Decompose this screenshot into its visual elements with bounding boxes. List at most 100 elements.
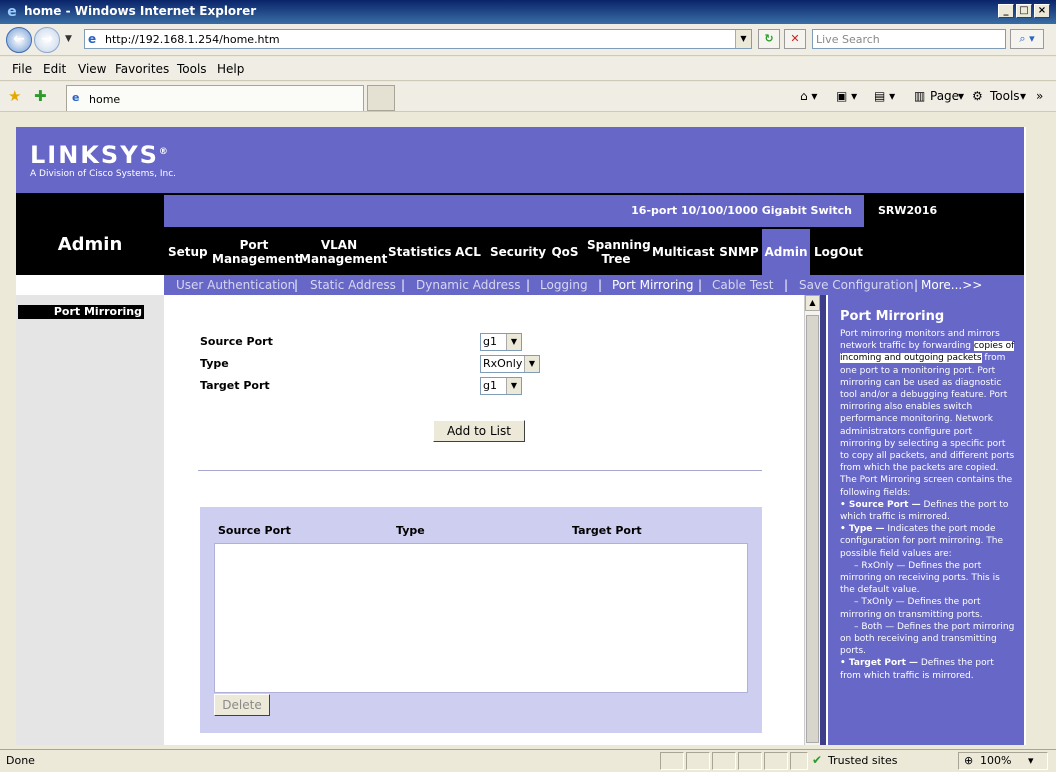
nav-header: Admin 16-port 10/100/1000 Gigabit Switch… — [16, 193, 1024, 275]
section-title: Admin — [57, 234, 123, 255]
help-opt-both: – Both — Defines the port mirroring on b… — [840, 621, 1015, 657]
tab-label: home — [89, 93, 121, 106]
nav-statistics[interactable]: Statistics — [388, 245, 452, 259]
source-port-label: Source Port — [200, 335, 273, 348]
tools-menu-chevron-icon[interactable]: ▾ — [1020, 89, 1026, 103]
ie-icon: e — [7, 4, 17, 20]
delete-button[interactable]: Delete — [214, 694, 270, 716]
trusted-check-icon: ✔ — [812, 753, 823, 767]
new-tab-button[interactable] — [367, 85, 395, 111]
chevron-right-icon[interactable]: » — [1036, 89, 1043, 103]
search-input[interactable]: Live Search — [812, 29, 1006, 49]
refresh-icon[interactable]: ↻ — [758, 29, 780, 49]
subnav-separator: | — [401, 278, 406, 292]
nav-port-management[interactable]: Port Management — [212, 238, 300, 266]
security-zone[interactable]: Trusted sites — [828, 754, 898, 767]
table-body[interactable] — [214, 543, 748, 693]
linksys-logo: LINKSYS® — [30, 141, 170, 169]
window-titlebar: e home - Windows Internet Explorer _ □ × — [0, 0, 1056, 24]
source-port-select[interactable]: g1 ▼ — [480, 333, 522, 351]
nav-security[interactable]: Security — [490, 245, 546, 259]
brand-header: LINKSYS® A Division of Cisco Systems, In… — [16, 127, 1024, 193]
search-button[interactable]: ⌕ ▾ — [1010, 29, 1044, 49]
subnav-user-authentication[interactable]: User Authentication — [176, 278, 295, 292]
nav-vlan-management[interactable]: VLAN Management — [299, 238, 387, 266]
type-label: Type — [200, 357, 229, 370]
column-target-port: Target Port — [572, 524, 642, 537]
target-port-select[interactable]: g1 ▼ — [480, 377, 522, 395]
add-favorite-icon[interactable]: ✚ — [34, 87, 47, 105]
address-url: http://192.168.1.254/home.htm — [105, 33, 280, 46]
type-value: RxOnly — [483, 357, 523, 370]
subnav-dynamic-address[interactable]: Dynamic Address — [416, 278, 521, 292]
zoom-chevron-icon[interactable]: ▾ — [1028, 754, 1034, 767]
menu-file[interactable]: File — [12, 62, 32, 76]
help-intro-cont: from one port to a monitoring port. Port… — [840, 353, 1015, 474]
subnav-cable-test[interactable]: Cable Test — [712, 278, 774, 292]
favorites-star-icon[interactable]: ★ — [8, 87, 21, 105]
type-select[interactable]: RxOnly ▼ — [480, 355, 540, 373]
menu-help[interactable]: Help — [217, 62, 244, 76]
address-dropdown-icon[interactable]: ▼ — [735, 30, 751, 48]
menu-edit[interactable]: Edit — [43, 62, 66, 76]
page-menu[interactable]: Page — [930, 89, 959, 103]
page-icon: e — [88, 32, 97, 46]
zoom-level[interactable]: 100% — [980, 754, 1011, 767]
address-bar[interactable]: e http://192.168.1.254/home.htm ▼ — [84, 29, 752, 49]
feeds-icon[interactable]: ▣ ▾ — [836, 89, 857, 103]
subnav-port-mirroring[interactable]: Port Mirroring — [612, 278, 694, 292]
tools-menu[interactable]: Tools — [990, 89, 1020, 103]
subnav-logging[interactable]: Logging — [540, 278, 588, 292]
maximize-button[interactable]: □ — [1016, 4, 1032, 18]
tab-home[interactable]: e home — [66, 85, 364, 111]
help-fields-intro: The Port Mirroring screen contains the f… — [840, 475, 1013, 498]
nav-multicast[interactable]: Multicast — [652, 245, 715, 259]
home-icon[interactable]: ⌂ ▾ — [800, 89, 817, 103]
nav-qos[interactable]: QoS — [548, 245, 582, 259]
page-menu-chevron-icon[interactable]: ▾ — [958, 89, 964, 103]
help-divider — [820, 295, 826, 745]
nav-spanning-tree[interactable]: Spanning Tree — [587, 238, 651, 266]
subnav-separator: | — [526, 278, 531, 292]
help-opt-rxonly: – RxOnly — Defines the port mirroring on… — [840, 560, 1000, 596]
forward-button[interactable]: → — [34, 27, 60, 53]
help-term-source: • Source Port — — [840, 499, 921, 510]
nav-setup[interactable]: Setup — [168, 245, 208, 259]
left-sidebar: Port Mirroring — [16, 295, 164, 745]
subnav-more[interactable]: More...>> — [921, 278, 982, 292]
help-panel: Port Mirroring Port mirroring monitors a… — [828, 295, 1024, 745]
chevron-down-icon: ▼ — [524, 356, 539, 372]
nav-snmp[interactable]: SNMP — [718, 245, 760, 259]
model-name: SRW2016 — [878, 204, 938, 217]
status-segment — [738, 752, 762, 770]
stop-icon[interactable]: ✕ — [784, 29, 806, 49]
menu-favorites[interactable]: Favorites — [115, 62, 169, 76]
subnav-separator: | — [598, 278, 603, 292]
add-to-list-button[interactable]: Add to List — [433, 420, 525, 442]
back-button[interactable]: ← — [6, 27, 32, 53]
help-term-type: • Type — — [840, 524, 885, 535]
logo-text: LINKSYS — [30, 141, 159, 169]
subnav-save-configuration[interactable]: Save Configuration — [799, 278, 914, 292]
menu-tools[interactable]: Tools — [177, 62, 207, 76]
print-icon[interactable]: ▤ ▾ — [874, 89, 895, 103]
scroll-up-icon[interactable]: ▲ — [805, 295, 820, 311]
minimize-button[interactable]: _ — [998, 4, 1014, 18]
column-type: Type — [396, 524, 425, 537]
product-name: 16-port 10/100/1000 Gigabit Switch — [631, 204, 852, 217]
source-port-value: g1 — [483, 335, 497, 348]
page-icon: e — [72, 91, 80, 104]
close-button[interactable]: × — [1034, 4, 1050, 18]
nav-admin[interactable]: Admin — [762, 229, 810, 275]
sidebar-item-port-mirroring[interactable]: Port Mirroring — [18, 305, 144, 319]
subnav-separator: | — [698, 278, 703, 292]
nav-logout[interactable]: LogOut — [814, 245, 863, 259]
tab-bar: ★ ✚ e home ⌂ ▾ ▣ ▾ ▤ ▾ ▥ Page ▾ ⚙ Tools … — [0, 82, 1056, 112]
nav-acl[interactable]: ACL — [452, 245, 484, 259]
history-dropdown-icon[interactable]: ▼ — [65, 34, 72, 44]
menu-view[interactable]: View — [78, 62, 106, 76]
scroll-thumb[interactable] — [806, 315, 819, 743]
subnav-separator: | — [784, 278, 789, 292]
subnav-static-address[interactable]: Static Address — [310, 278, 396, 292]
content-scrollbar[interactable]: ▲ — [804, 295, 820, 745]
